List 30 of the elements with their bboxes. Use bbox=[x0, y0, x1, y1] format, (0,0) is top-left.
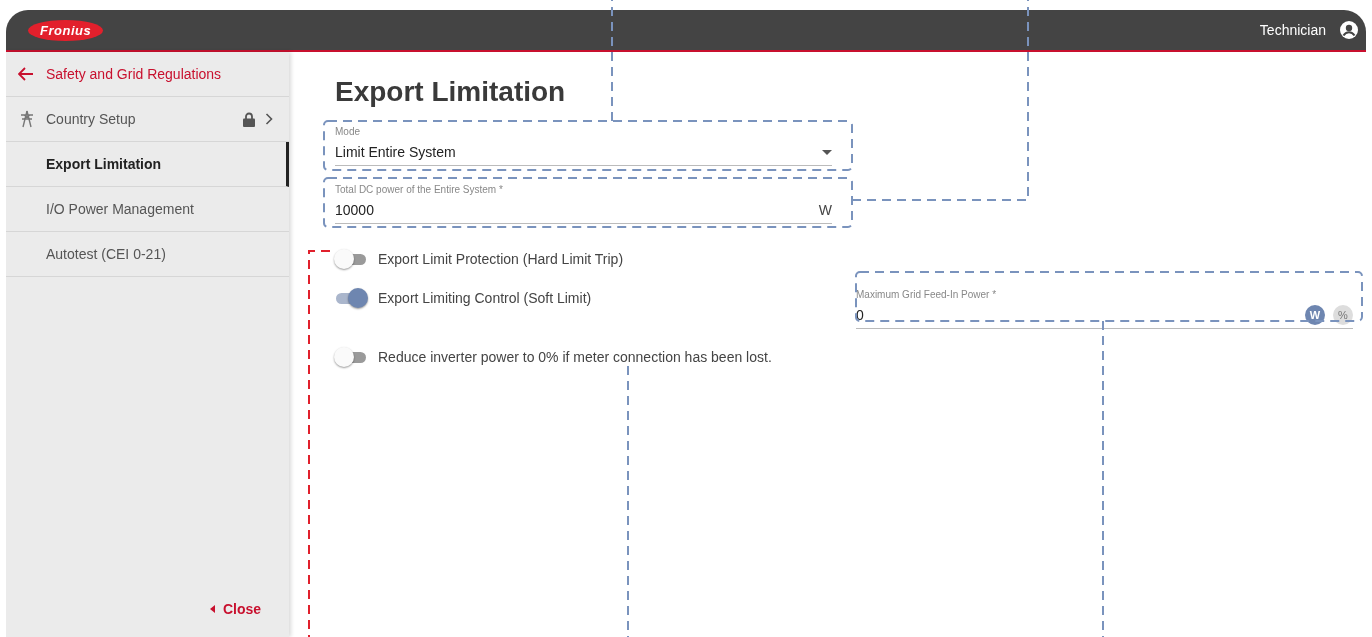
toggle-label: Export Limit Protection (Hard Limit Trip) bbox=[378, 251, 624, 267]
unit-label: W bbox=[818, 202, 832, 218]
toggle-switch[interactable] bbox=[334, 346, 368, 368]
field-label: Maximum Grid Feed-In Power * bbox=[856, 289, 998, 302]
power-input-field[interactable]: 10000 W bbox=[335, 197, 832, 224]
page-title: Export Limitation bbox=[335, 76, 567, 108]
mode-dropdown[interactable]: Limit Entire System bbox=[335, 139, 832, 166]
dropdown-caret-icon bbox=[822, 149, 832, 155]
unit-toggle[interactable]: % bbox=[1333, 305, 1353, 325]
account-icon[interactable] bbox=[1340, 21, 1358, 39]
sidebar-item[interactable]: Export Limitation bbox=[6, 142, 289, 187]
toggle-label: Export Limiting Control (Soft Limit) bbox=[378, 290, 592, 306]
field-label: Mode bbox=[335, 126, 361, 139]
back-link[interactable]: Safety and Grid Regulations bbox=[6, 52, 289, 97]
user-name: Technician bbox=[1259, 22, 1326, 38]
sidebar-item[interactable]: Country Setup bbox=[6, 97, 289, 142]
back-arrow-icon bbox=[18, 67, 34, 81]
unit-toggle[interactable]: W bbox=[1305, 305, 1325, 325]
toggle-switch[interactable] bbox=[334, 248, 368, 270]
sidebar-item[interactable]: I/O Power Management bbox=[6, 187, 289, 232]
caret-left-icon bbox=[209, 605, 215, 613]
close-button[interactable]: Close bbox=[209, 601, 261, 617]
chevron-right-icon bbox=[265, 113, 273, 125]
toggle-label: Reduce inverter power to 0% if meter connection has been lost. bbox=[378, 349, 772, 365]
field-label: Total DC power of the Entire System * bbox=[335, 184, 504, 197]
power-input-field[interactable]: 0 W % bbox=[856, 302, 1353, 329]
toggle-switch[interactable] bbox=[334, 287, 368, 309]
logo: Fronius bbox=[28, 19, 104, 41]
sidebar-item[interactable]: Autotest (CEI 0-21) bbox=[6, 232, 289, 277]
power-tower-icon bbox=[18, 110, 36, 128]
